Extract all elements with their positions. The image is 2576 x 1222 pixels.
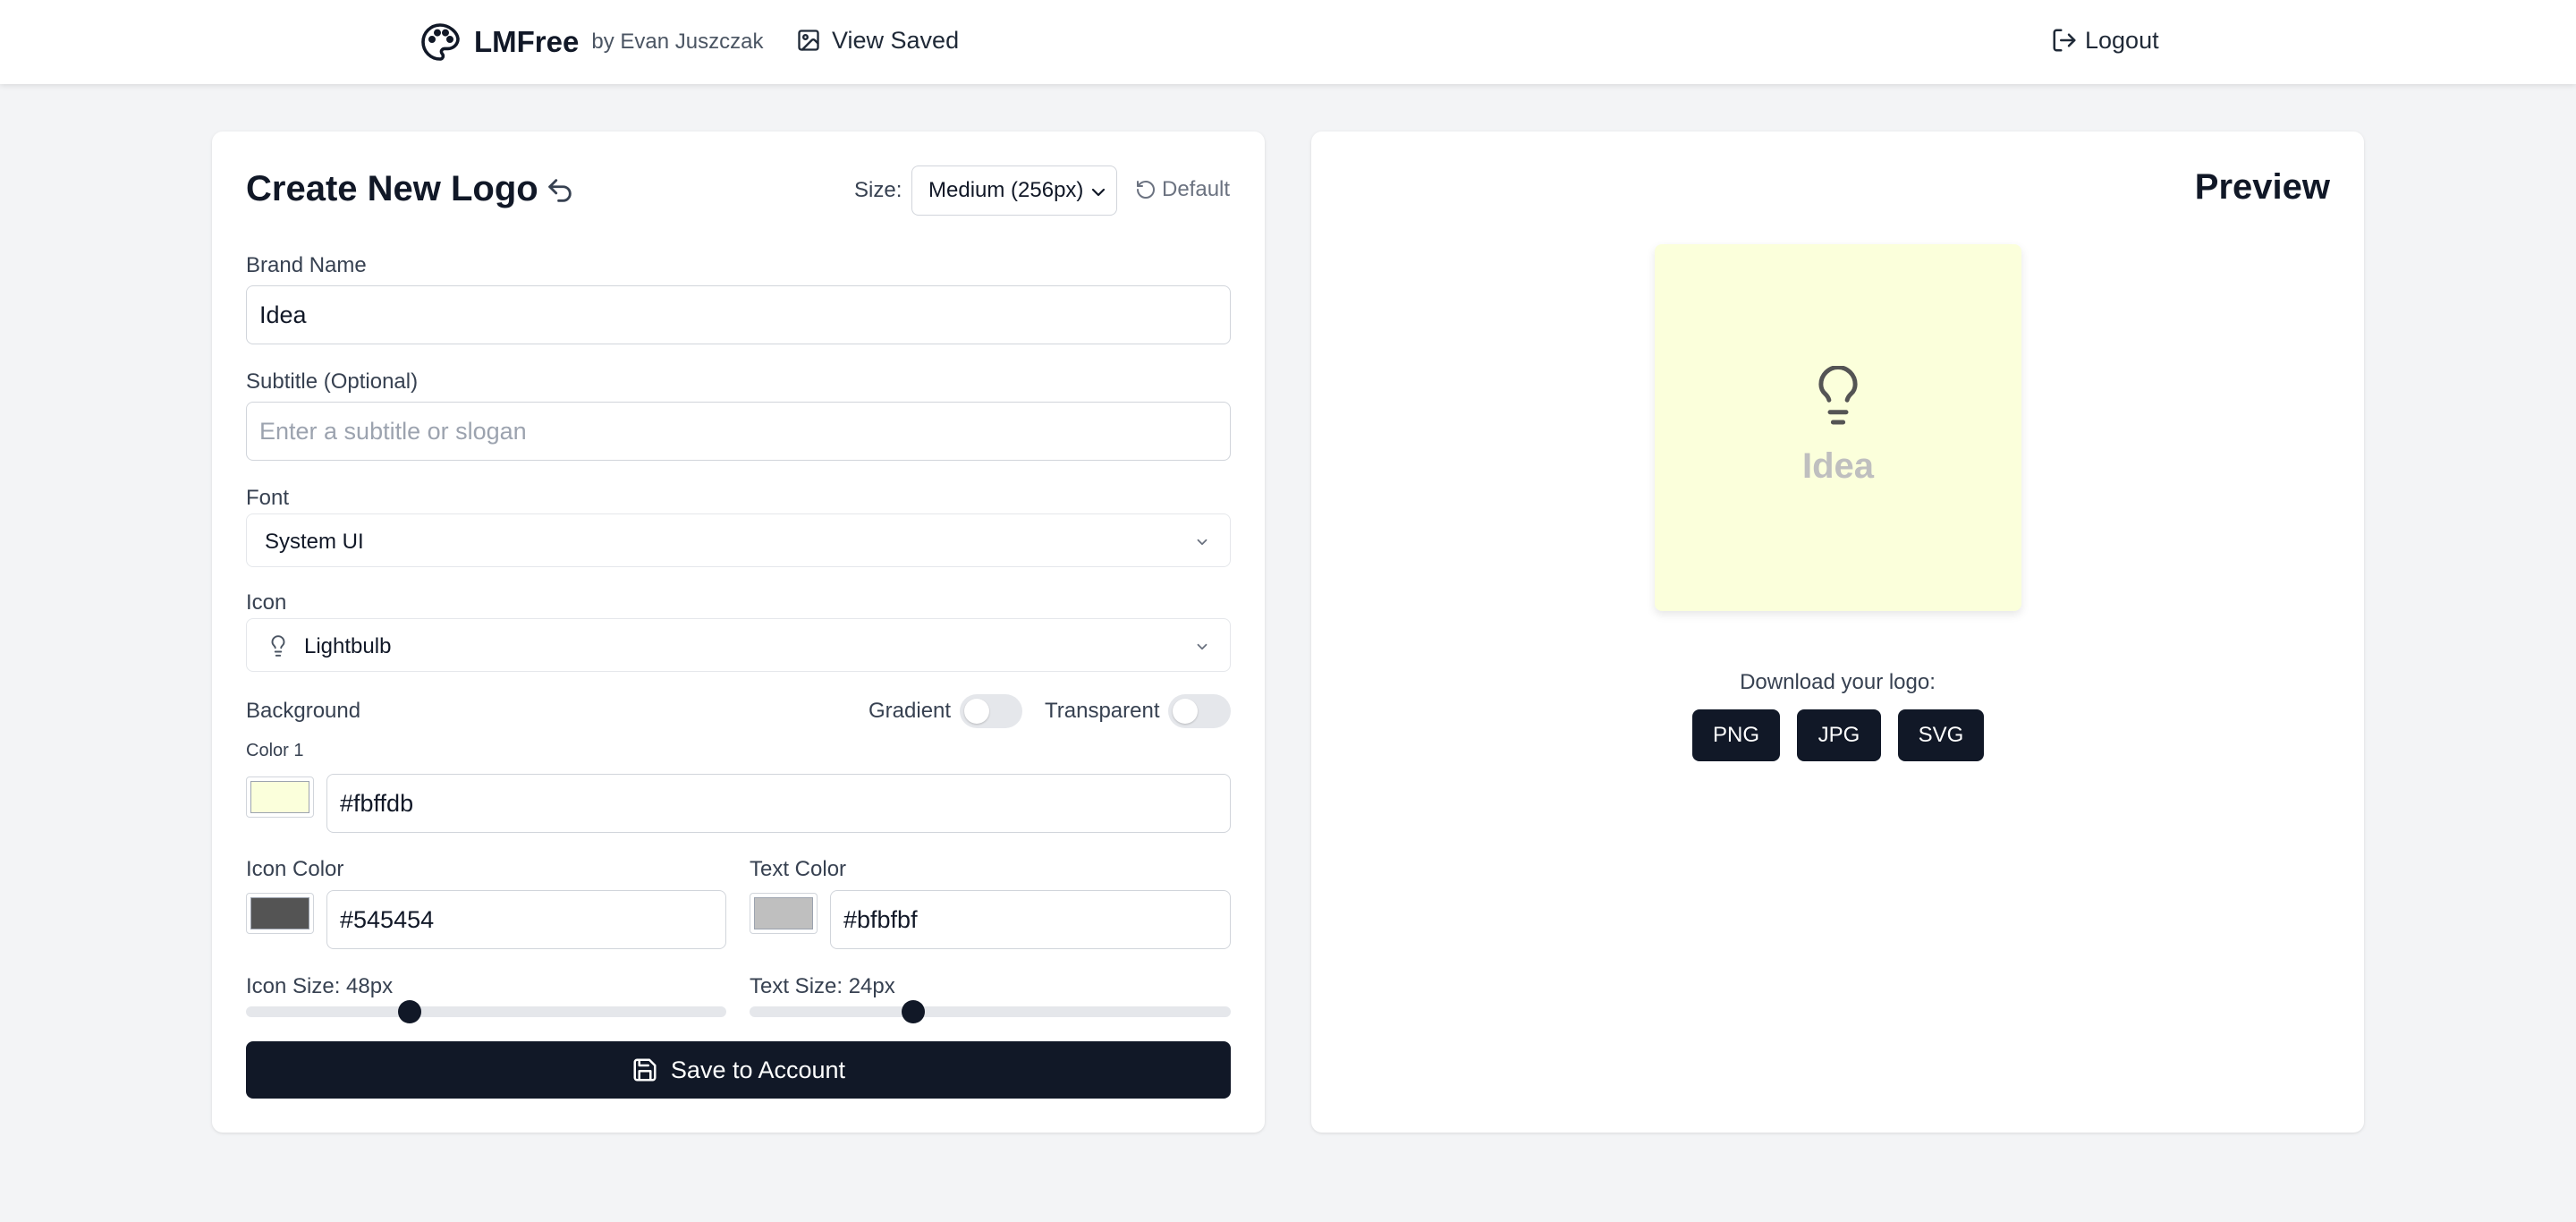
subtitle-label: Subtitle (Optional) xyxy=(246,369,419,394)
brand-name: LMFree xyxy=(474,25,580,58)
palette-icon xyxy=(421,23,460,61)
icon-label: Icon xyxy=(246,590,287,615)
text-color-input[interactable] xyxy=(830,890,1231,949)
gradient-label: Gradient xyxy=(869,699,952,723)
gradient-toggle[interactable] xyxy=(960,694,1022,728)
download-jpg-button[interactable]: JPG xyxy=(1797,709,1881,761)
undo-icon[interactable] xyxy=(545,175,575,206)
save-icon xyxy=(633,1058,657,1082)
swatch-fill xyxy=(250,781,309,813)
icon-color-input[interactable] xyxy=(326,890,726,949)
brand-name-input[interactable] xyxy=(246,285,1231,344)
text-color-swatch[interactable] xyxy=(750,893,818,934)
font-label: Font xyxy=(246,486,290,510)
logo-editor-panel: Create New Logo Size: Medium (256px) Def… xyxy=(212,132,1265,1133)
default-button[interactable]: Default xyxy=(1135,176,1230,203)
logout-icon xyxy=(2053,29,2076,52)
chevron-down-icon xyxy=(1197,643,1208,650)
icon-color-swatch[interactable] xyxy=(246,893,314,934)
save-to-account-button[interactable]: Save to Account xyxy=(246,1041,1231,1099)
background-color-swatch[interactable] xyxy=(246,776,314,818)
toggle-knob xyxy=(964,699,989,724)
chevron-down-icon xyxy=(1088,182,1109,203)
swatch-fill xyxy=(250,897,309,929)
text-size-slider[interactable] xyxy=(750,1006,1231,1017)
logo-preview-canvas: Idea xyxy=(1655,244,2021,611)
lightbulb-icon xyxy=(1818,366,1858,425)
logout-label: Logout xyxy=(2085,26,2159,54)
icon-color-label: Icon Color xyxy=(246,857,344,881)
brand-author: by Evan Juszczak xyxy=(591,30,764,54)
font-select-value: System UI xyxy=(265,530,364,554)
size-select[interactable]: Medium (256px) xyxy=(911,165,1117,216)
font-select[interactable]: System UI xyxy=(246,513,1231,567)
transparent-toggle[interactable] xyxy=(1168,694,1231,728)
icon-size-slider[interactable] xyxy=(246,1006,726,1017)
text-size-slider-thumb[interactable] xyxy=(902,1000,925,1023)
transparent-label: Transparent xyxy=(1045,699,1160,723)
background-color-input[interactable] xyxy=(326,774,1231,833)
swatch-fill xyxy=(754,897,813,929)
save-label: Save to Account xyxy=(670,1056,846,1083)
chevron-down-icon xyxy=(1197,539,1208,546)
color1-label: Color 1 xyxy=(246,741,304,760)
view-saved-label: View Saved xyxy=(832,26,960,54)
download-label: Download your logo: xyxy=(1740,670,1936,694)
size-select-value: Medium (256px) xyxy=(928,178,1084,202)
text-size-label: Text Size: 24px xyxy=(750,974,895,998)
top-navbar: LMFree by Evan Juszczak View Saved Logou… xyxy=(0,0,2576,84)
logout-button[interactable]: Logout xyxy=(2051,21,2159,60)
preview-title: Preview xyxy=(2194,167,2330,207)
lightbulb-icon xyxy=(271,635,285,657)
subtitle-input[interactable] xyxy=(246,402,1231,461)
default-label: Default xyxy=(1162,177,1231,201)
editor-title: Create New Logo xyxy=(246,169,538,208)
icon-select-value: Lightbulb xyxy=(304,634,392,658)
download-png-button[interactable]: PNG xyxy=(1692,709,1780,761)
image-icon xyxy=(798,30,819,51)
brand-name-label: Brand Name xyxy=(246,253,367,277)
brand[interactable]: LMFree by Evan Juszczak xyxy=(419,17,763,67)
preview-panel: Preview Idea Download your logo: PNG JPG… xyxy=(1311,132,2364,1133)
toggle-knob xyxy=(1173,699,1198,724)
background-label: Background xyxy=(246,699,361,723)
preview-brand-text: Idea xyxy=(1801,446,1875,486)
icon-size-slider-thumb[interactable] xyxy=(398,1000,421,1023)
download-svg-button[interactable]: SVG xyxy=(1898,709,1984,761)
reset-icon xyxy=(1137,181,1155,199)
icon-select[interactable]: Lightbulb xyxy=(246,618,1231,672)
view-saved-link[interactable]: View Saved xyxy=(796,21,959,60)
text-color-label: Text Color xyxy=(750,857,847,881)
size-label: Size: xyxy=(854,178,902,202)
icon-size-label: Icon Size: 48px xyxy=(246,974,394,998)
